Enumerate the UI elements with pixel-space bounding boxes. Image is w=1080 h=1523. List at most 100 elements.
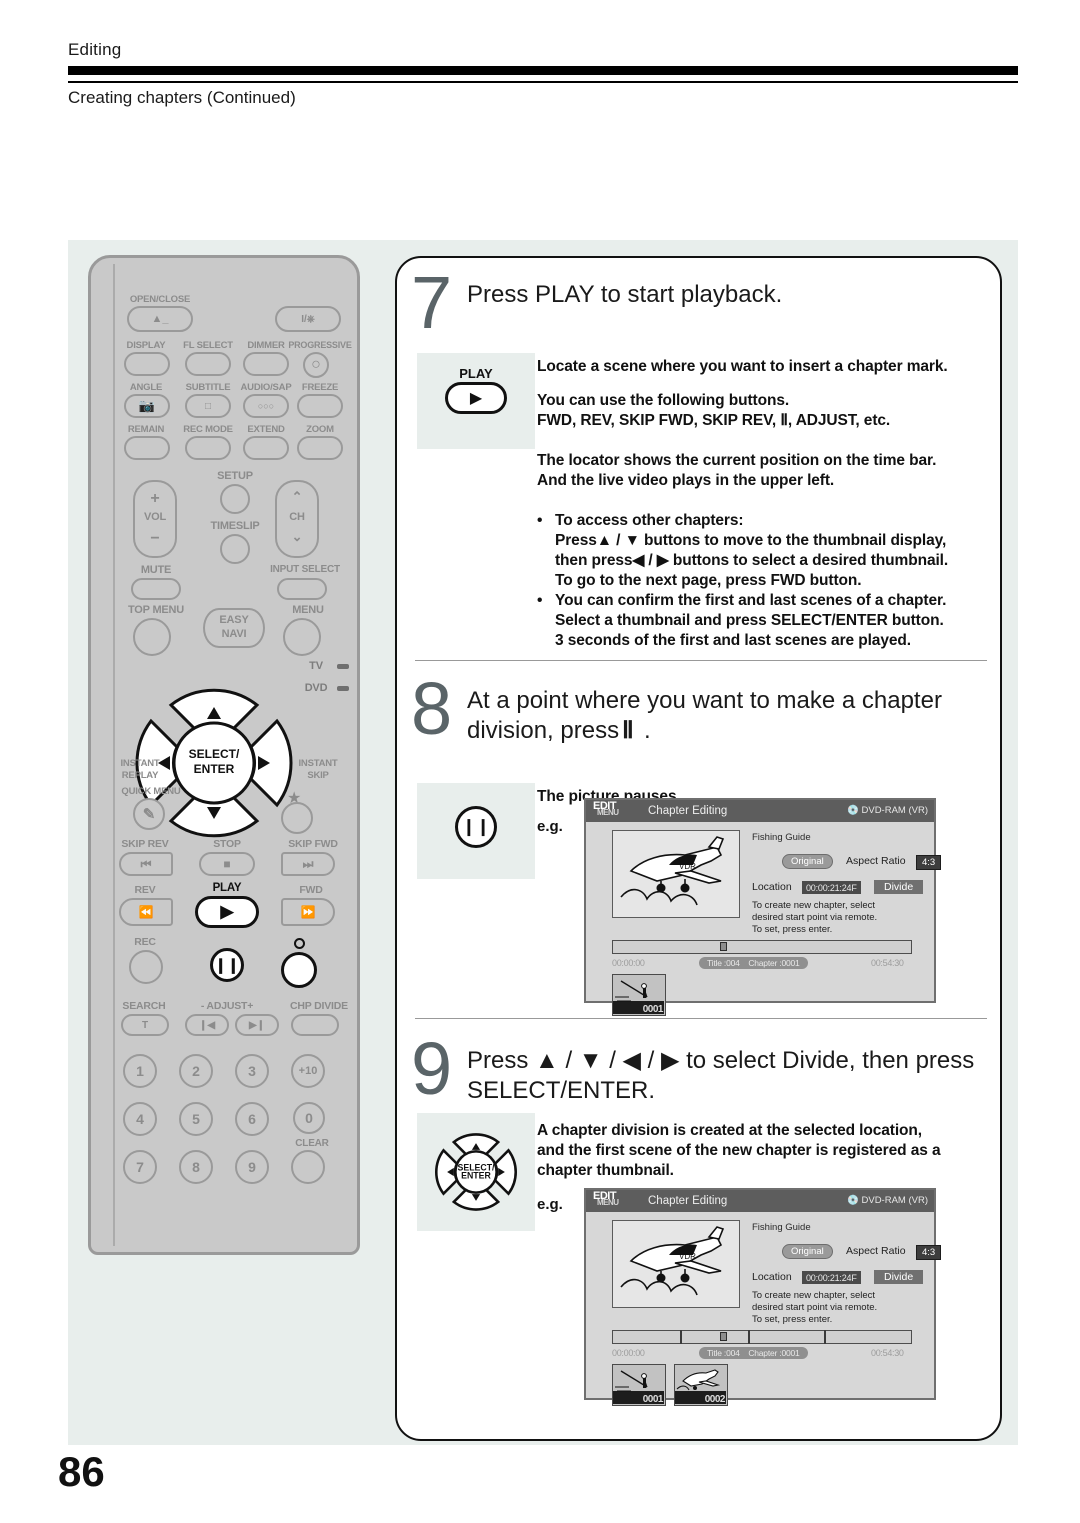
remote-button-menu[interactable] bbox=[283, 618, 321, 656]
aspect-ratio-value: 4:3 bbox=[916, 1245, 942, 1260]
divide-button[interactable]: Divide bbox=[874, 1270, 924, 1284]
location-value: 00:00:21:24F bbox=[802, 881, 861, 894]
remote-button-progressive[interactable]: ○ bbox=[303, 352, 329, 378]
remote-button-extend[interactable] bbox=[243, 436, 289, 460]
remote-button-search[interactable]: T bbox=[121, 1014, 169, 1036]
remote-key-0[interactable]: 0 bbox=[293, 1102, 325, 1134]
remote-key-5[interactable]: 5 bbox=[179, 1102, 213, 1136]
remote-label-menu: MENU bbox=[292, 604, 324, 616]
page-number: 86 bbox=[58, 1448, 105, 1495]
time-end-label: 00:54:30 bbox=[871, 958, 904, 968]
step-7-bullet-3: To go to the next page, press FWD button… bbox=[555, 572, 862, 589]
step-7-bullet-5: Select a thumbnail and press SELECT/ENTE… bbox=[555, 612, 944, 629]
remote-button-pause-highlighted[interactable]: ❙❙ bbox=[210, 948, 244, 982]
remote-button-adjust-minus[interactable]: ❙◀ bbox=[185, 1014, 229, 1036]
remote-key-plus10[interactable]: +10 bbox=[291, 1054, 325, 1088]
remote-key-6[interactable]: 6 bbox=[235, 1102, 269, 1136]
volume-down-icon[interactable]: − bbox=[133, 530, 177, 548]
tv-screen-title: Chapter Editing bbox=[648, 805, 728, 817]
channel-down-icon[interactable]: ⌄ bbox=[275, 529, 319, 545]
remote-button-adjust-plus[interactable]: ▶❙ bbox=[235, 1014, 279, 1036]
power-icon: I/⎈ bbox=[301, 313, 315, 325]
remote-button-chp-divide[interactable] bbox=[291, 1014, 339, 1036]
remote-button-rec-mode[interactable] bbox=[185, 436, 231, 460]
remote-button-instant-skip[interactable] bbox=[281, 802, 313, 834]
disc-icon: 💿 bbox=[847, 1195, 859, 1206]
step-8-number: 8 bbox=[411, 667, 453, 750]
remote-button-fwd[interactable]: ⏩ bbox=[281, 898, 335, 926]
volume-up-icon[interactable]: + bbox=[133, 490, 177, 508]
remote-key-4[interactable]: 4 bbox=[123, 1102, 157, 1136]
camera-icon: 📷 bbox=[138, 398, 156, 413]
remote-button-angle[interactable]: 📷 bbox=[124, 394, 170, 418]
step-8-title-end: . bbox=[644, 717, 651, 744]
remote-button-open-close[interactable]: ▲_ bbox=[127, 306, 193, 332]
thumbnail-number: 0001 bbox=[642, 1004, 664, 1015]
remote-key-8[interactable]: 8 bbox=[179, 1150, 213, 1184]
remote-button-play-highlighted[interactable]: ▶ bbox=[195, 896, 259, 928]
step-7-number: 7 bbox=[411, 261, 453, 344]
remote-button-dimmer[interactable] bbox=[243, 352, 289, 376]
aspect-ratio-value: 4:3 bbox=[916, 855, 942, 870]
dpad-icon: SELECT/ ENTER bbox=[434, 1133, 518, 1211]
remote-button-subtitle[interactable]: □ bbox=[185, 394, 231, 418]
time-bar-locator[interactable] bbox=[720, 942, 727, 951]
chapter-thumbnail-0002[interactable]: 0002 bbox=[674, 1364, 728, 1406]
remote-label-quick-menu: QUICK MENU bbox=[121, 786, 181, 797]
chapter-thumbnail-0001[interactable]: 0001 bbox=[612, 1364, 666, 1406]
remote-button-quick-menu[interactable]: ✎ bbox=[133, 798, 165, 830]
remote-button-audio-sap[interactable]: ○○○ bbox=[243, 394, 289, 418]
chapter-thumbnail-0001[interactable]: 0001 bbox=[612, 974, 666, 1016]
remote-button-zoom[interactable] bbox=[297, 436, 343, 460]
play-icon: ▶ bbox=[469, 390, 483, 407]
remote-label-open-close: OPEN/CLOSE bbox=[129, 294, 191, 305]
time-bar-tick-2 bbox=[748, 1330, 750, 1344]
remote-button-freeze[interactable] bbox=[297, 394, 343, 418]
remote-key-9[interactable]: 9 bbox=[235, 1150, 269, 1184]
step-7-play-label: PLAY bbox=[459, 366, 493, 381]
remote-button-rec[interactable] bbox=[129, 950, 163, 984]
remote-button-power[interactable]: I/⎈ bbox=[275, 306, 341, 332]
remote-button-fl-select[interactable] bbox=[185, 352, 231, 376]
remote-key-1[interactable]: 1 bbox=[123, 1054, 157, 1088]
skip-rev-icon: ⏮ bbox=[140, 856, 152, 871]
adjust-plus-icon: ▶❙ bbox=[248, 1019, 266, 1031]
header-black-bar bbox=[68, 66, 1018, 75]
remote-key-7[interactable]: 7 bbox=[123, 1150, 157, 1184]
remote-control-illustration: OPEN/CLOSE ▲_ I/⎈ DISPLAY FL SELECT DIMM… bbox=[88, 255, 360, 1255]
divide-button[interactable]: Divide bbox=[874, 880, 924, 894]
time-bar-locator[interactable] bbox=[720, 1332, 727, 1341]
step-8-pause-button-icon: ❙❙ bbox=[455, 806, 497, 848]
remote-button-setup[interactable] bbox=[220, 484, 250, 514]
original-tag[interactable]: Original bbox=[782, 1244, 833, 1259]
remote-button-timeslip[interactable] bbox=[220, 534, 250, 564]
remote-button-display[interactable] bbox=[124, 352, 170, 376]
ring-icon: ○ bbox=[311, 356, 321, 373]
chapter-chip-label: Chapter :0001 bbox=[748, 1348, 800, 1358]
skip-fwd-icon: ⏭ bbox=[302, 856, 314, 871]
time-bar[interactable] bbox=[612, 940, 912, 954]
search-glyph-icon: T bbox=[141, 1019, 149, 1031]
original-tag[interactable]: Original bbox=[782, 854, 833, 869]
remote-button-record[interactable] bbox=[281, 952, 317, 988]
remote-key-2[interactable]: 2 bbox=[179, 1054, 213, 1088]
step-7-play-button-icon: ▶ bbox=[445, 382, 507, 414]
remote-button-mute[interactable] bbox=[131, 578, 181, 600]
remote-button-input-select[interactable] bbox=[277, 578, 327, 600]
remote-button-rev[interactable]: ⏪ bbox=[119, 898, 173, 926]
location-value: 00:00:21:24F bbox=[802, 1271, 861, 1284]
remote-button-remain[interactable] bbox=[124, 436, 170, 460]
remote-button-stop[interactable]: ■ bbox=[199, 852, 255, 876]
time-bar-tick-3 bbox=[824, 1330, 826, 1344]
remote-button-skip-rev[interactable]: ⏮ bbox=[119, 852, 173, 876]
step-7-body-3: The locator shows the current position o… bbox=[537, 452, 937, 469]
time-bar[interactable] bbox=[612, 1330, 912, 1344]
step-7-body-0: Locate a scene where you want to insert … bbox=[537, 358, 948, 375]
title-chip-label: Title :004 bbox=[707, 1348, 740, 1358]
remote-button-clear[interactable] bbox=[291, 1150, 325, 1184]
remote-button-top-menu[interactable] bbox=[133, 618, 171, 656]
stop-icon: ■ bbox=[223, 857, 231, 871]
channel-up-icon[interactable]: ⌃ bbox=[275, 489, 319, 505]
remote-button-skip-fwd[interactable]: ⏭ bbox=[281, 852, 335, 876]
remote-key-3[interactable]: 3 bbox=[235, 1054, 269, 1088]
